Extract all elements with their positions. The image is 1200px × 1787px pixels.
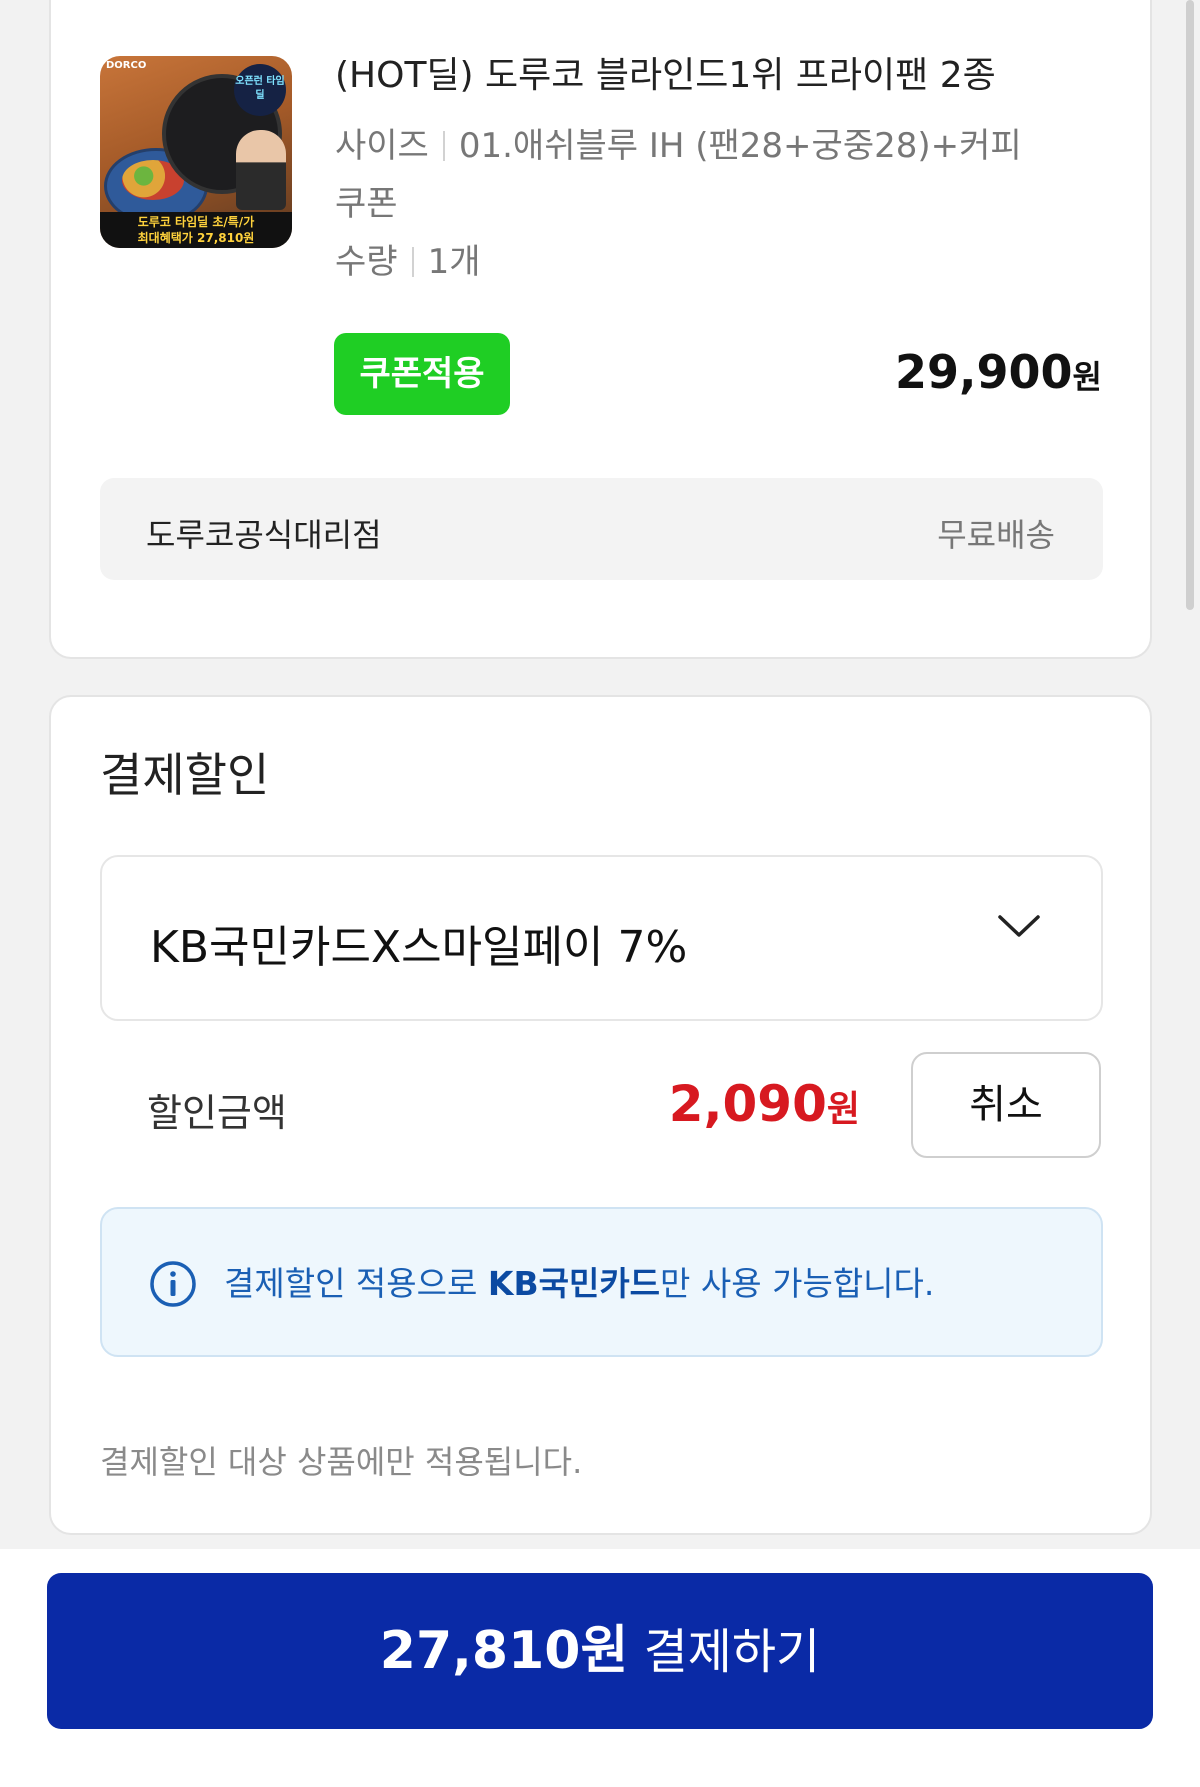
product-thumbnail[interactable]: DORCO 오픈런 타임딜 도루코 타임딜 초/특/가 최대혜택가 27,810… — [100, 56, 292, 248]
chevron-down-icon — [998, 915, 1040, 937]
info-icon — [150, 1261, 196, 1307]
discount-amount-label: 할인금액 — [147, 1091, 287, 1135]
shipping-info: 무료배송 — [937, 516, 1055, 554]
option-separator — [442, 131, 445, 161]
apply-coupon-button[interactable]: 쿠폰적용 — [334, 333, 510, 415]
price-value: 29,900 — [895, 345, 1073, 399]
section-title: 결제할인 — [100, 748, 270, 802]
cancel-discount-button[interactable]: 취소 — [911, 1052, 1101, 1158]
info-text-card: KB국민카드 — [487, 1264, 661, 1303]
payment-discount-card: 결제할인 KB국민카드X스마일페이 7% 할인금액 2,090원 취소 결제할인… — [49, 695, 1152, 1535]
discount-amount: 2,090원 — [669, 1075, 860, 1133]
selected-card-value: KB국민카드X스마일페이 7% — [150, 922, 688, 973]
product-title[interactable]: (HOT딜) 도루코 블라인드1위 프라이팬 2종 … — [335, 46, 1005, 98]
thumbnail-caption-line2: 최대혜택가 27,810원 — [137, 231, 255, 245]
info-text-pre: 결제할인 적용으로 — [224, 1264, 488, 1303]
quantity-label: 수량 — [335, 242, 398, 282]
discount-card-select[interactable]: KB국민카드X스마일페이 7% — [100, 855, 1103, 1021]
info-notice: 결제할인 적용으로 KB국민카드만 사용 가능합니다. — [100, 1207, 1103, 1357]
thumbnail-brand: DORCO — [106, 60, 147, 71]
product-price: 29,900원 — [895, 345, 1102, 399]
thumbnail-caption: 도루코 타임딜 초/특/가 최대혜택가 27,810원 — [100, 212, 292, 248]
price-unit: 원 — [1072, 358, 1102, 396]
quantity-value: 1개 — [427, 242, 481, 282]
product-quantity: 수량 1개 — [335, 234, 480, 283]
product-option: 사이즈 01.애쉬블루 IH (팬28+궁중28)+커피 — [335, 118, 1022, 167]
option-label: 사이즈 — [335, 126, 429, 166]
thumbnail-badge: 오픈런 타임딜 — [234, 64, 286, 116]
bottom-bar: 27,810원 결제하기 — [0, 1549, 1200, 1787]
option-value-continued: 쿠폰 — [335, 184, 398, 224]
seller-bar[interactable]: 도루코공식대리점 무료배송 — [100, 478, 1103, 580]
info-text-post: 만 사용 가능합니다. — [660, 1264, 935, 1303]
option-value: 01.애쉬블루 IH (팬28+궁중28)+커피 — [458, 126, 1022, 166]
seller-name: 도루코공식대리점 — [146, 516, 382, 554]
discount-amount-value: 2,090 — [668, 1075, 827, 1133]
thumbnail-caption-line1: 도루코 타임딜 초/특/가 — [137, 215, 255, 229]
info-text: 결제할인 적용으로 KB국민카드만 사용 가능합니다. — [224, 1257, 934, 1305]
pay-amount: 27,810원 — [379, 1621, 629, 1681]
page-scrollbar[interactable] — [1186, 0, 1194, 610]
person-graphic — [236, 130, 286, 210]
discount-amount-unit: 원 — [826, 1089, 860, 1130]
pay-label: 결제하기 — [643, 1624, 821, 1680]
quantity-separator — [411, 247, 414, 277]
discount-note: 결제할인 대상 상품에만 적용됩니다. — [100, 1443, 583, 1481]
pay-button[interactable]: 27,810원 결제하기 — [47, 1573, 1153, 1729]
product-card: DORCO 오픈런 타임딜 도루코 타임딜 초/특/가 최대혜택가 27,810… — [49, 0, 1152, 659]
